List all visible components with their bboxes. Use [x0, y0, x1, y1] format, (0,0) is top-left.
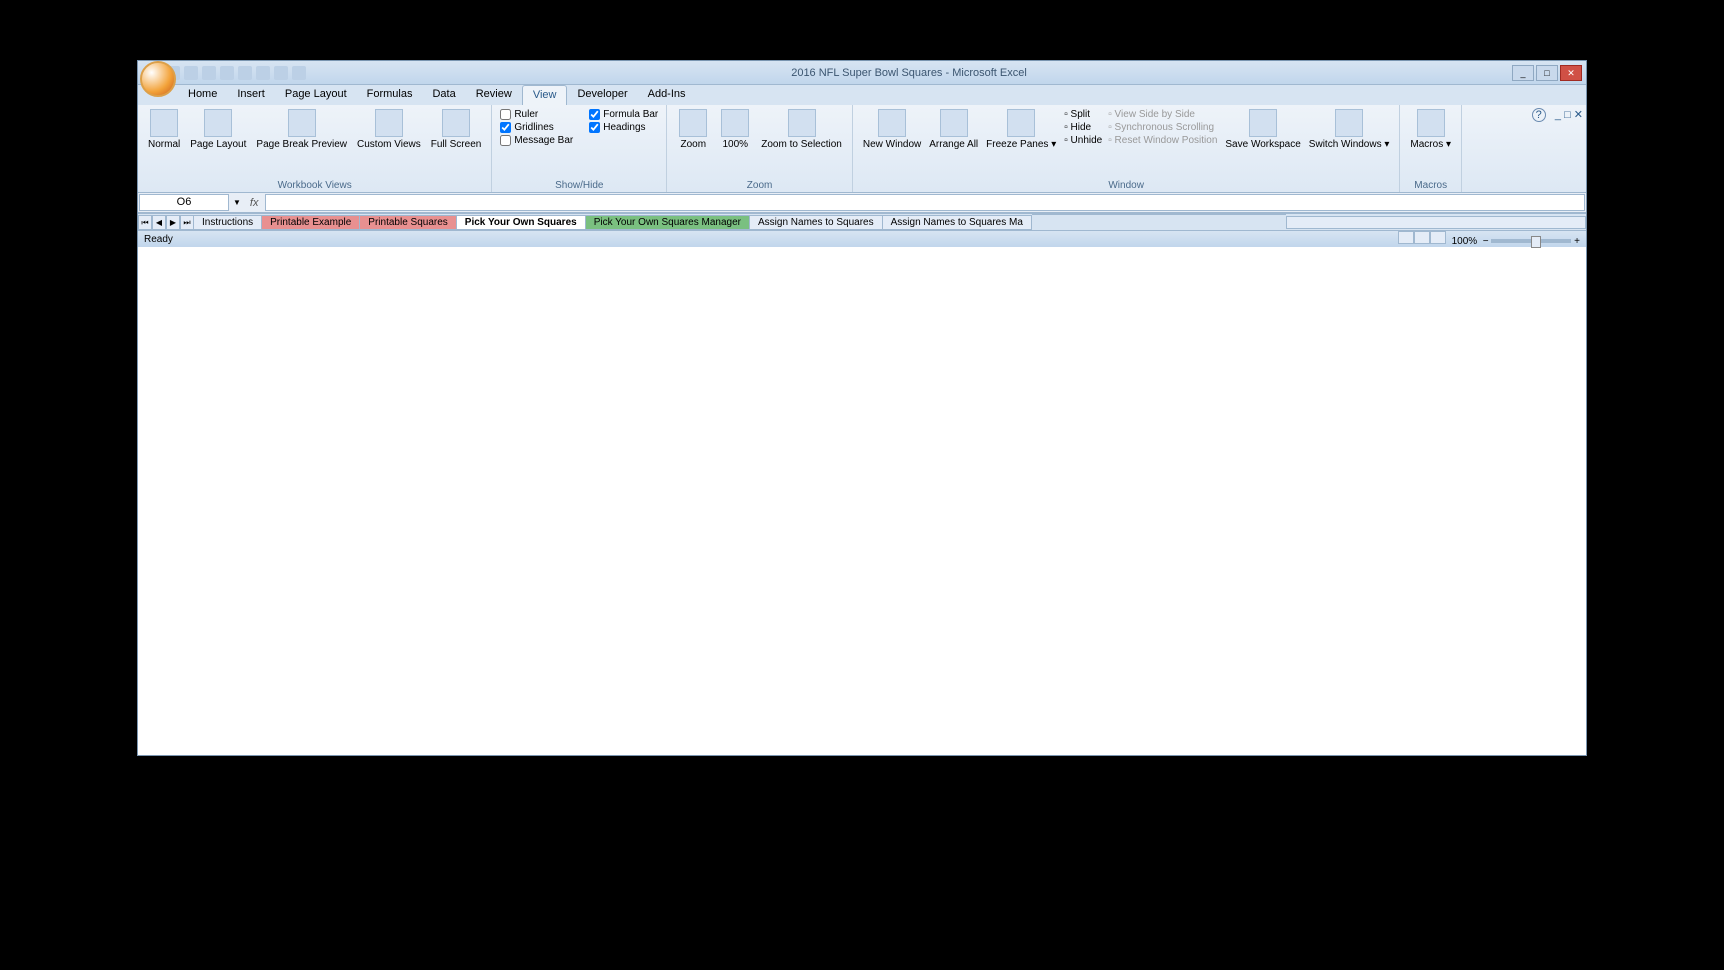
sheet-tab-assign-names-to-squares-ma[interactable]: Assign Names to Squares Ma [882, 215, 1032, 230]
ribbon-switch-windows--button[interactable]: Switch Windows ▾ [1305, 107, 1394, 152]
ribbon-tabs: HomeInsertPage LayoutFormulasDataReviewV… [138, 85, 1586, 105]
ribbon-full-screen-button[interactable]: Full Screen [427, 107, 486, 152]
zoom-level[interactable]: 100% [1452, 236, 1478, 247]
sheet-tab-pick-your-own-squares-manager[interactable]: Pick Your Own Squares Manager [585, 215, 750, 230]
sheet-tab-printable-example[interactable]: Printable Example [261, 215, 360, 230]
ribbon-synchronous-scrolling: ▫ Synchronous Scrolling [1108, 122, 1217, 133]
normal-view-icon[interactable] [1398, 231, 1414, 244]
ribbon-tab-formulas[interactable]: Formulas [357, 85, 423, 105]
qat-icon[interactable] [292, 66, 306, 80]
qat-redo-icon[interactable] [202, 66, 216, 80]
ribbon-tab-review[interactable]: Review [466, 85, 522, 105]
ribbon: NormalPage LayoutPage Break PreviewCusto… [138, 105, 1586, 193]
title-bar: 2016 NFL Super Bowl Squares - Microsoft … [138, 61, 1586, 85]
sheet-tab-instructions[interactable]: Instructions [193, 215, 262, 230]
ribbon-macros--button[interactable]: Macros ▾ [1406, 107, 1455, 152]
sheet-tabs: ⏮ ◀ ▶ ⏭ InstructionsPrintable ExamplePri… [138, 213, 1586, 230]
ribbon-tab-home[interactable]: Home [178, 85, 227, 105]
ribbon-arrange-all-button[interactable]: Arrange All [925, 107, 982, 152]
group-label: Workbook Views [144, 179, 485, 192]
office-button[interactable] [140, 61, 176, 97]
formula-input[interactable] [265, 194, 1585, 211]
zoom-in-icon[interactable]: + [1574, 236, 1580, 247]
ribbon-new-window-button[interactable]: New Window [859, 107, 925, 152]
ribbon-page-break-preview-button[interactable]: Page Break Preview [252, 107, 351, 152]
tab-nav-prev-icon[interactable]: ◀ [152, 215, 166, 230]
ribbon-hide[interactable]: ▫ Hide [1064, 122, 1102, 133]
ribbon-custom-views-button[interactable]: Custom Views [353, 107, 425, 152]
ribbon-tab-add-ins[interactable]: Add-Ins [638, 85, 696, 105]
close-workbook-icon[interactable]: ✕ [1574, 109, 1583, 121]
qat-icon[interactable] [220, 66, 234, 80]
group-label: Show/Hide [498, 179, 660, 192]
ribbon-tab-insert[interactable]: Insert [227, 85, 275, 105]
page-break-view-icon[interactable] [1430, 231, 1446, 244]
status-ready: Ready [144, 234, 173, 245]
check-ruler[interactable]: Ruler [500, 109, 573, 120]
ribbon-zoom-to-selection-button[interactable]: Zoom to Selection [757, 107, 846, 152]
minimize-button[interactable]: _ [1512, 65, 1534, 81]
check-gridlines[interactable]: Gridlines [500, 122, 573, 133]
close-button[interactable]: ✕ [1560, 65, 1582, 81]
tab-nav-next-icon[interactable]: ▶ [166, 215, 180, 230]
check-message-bar[interactable]: Message Bar [500, 135, 573, 146]
check-headings[interactable]: Headings [589, 122, 658, 133]
maximize-button[interactable]: □ [1536, 65, 1558, 81]
ribbon-unhide[interactable]: ▫ Unhide [1064, 135, 1102, 146]
status-bar: Ready 100% − + [138, 230, 1586, 247]
qat-icon[interactable] [238, 66, 252, 80]
group-label: Window [859, 179, 1394, 192]
ribbon-tab-data[interactable]: Data [422, 85, 465, 105]
ribbon-view-side-by-side: ▫ View Side by Side [1108, 109, 1217, 120]
name-box[interactable]: O6 [139, 194, 229, 211]
ribbon-zoom-button[interactable]: Zoom [673, 107, 713, 152]
ribbon-reset-window-position: ▫ Reset Window Position [1108, 135, 1217, 146]
check-formula-bar[interactable]: Formula Bar [589, 109, 658, 120]
qat-undo-icon[interactable] [184, 66, 198, 80]
window-title: 2016 NFL Super Bowl Squares - Microsoft … [306, 67, 1512, 79]
zoom-out-icon[interactable]: − [1483, 236, 1489, 247]
horizontal-scrollbar[interactable] [1286, 216, 1586, 229]
page-layout-view-icon[interactable] [1414, 231, 1430, 244]
tab-nav-first-icon[interactable]: ⏮ [138, 215, 152, 230]
group-label: Zoom [673, 179, 846, 192]
fx-icon[interactable]: fx [244, 197, 265, 209]
ribbon-100--button[interactable]: 100% [715, 107, 755, 152]
ribbon-normal-button[interactable]: Normal [144, 107, 184, 152]
sheet-tab-pick-your-own-squares[interactable]: Pick Your Own Squares [456, 215, 586, 230]
ribbon-tab-page-layout[interactable]: Page Layout [275, 85, 357, 105]
ribbon-tab-view[interactable]: View [522, 85, 568, 105]
group-label: Macros [1406, 179, 1455, 192]
qat-icon[interactable] [274, 66, 288, 80]
qat-icon[interactable] [256, 66, 270, 80]
tab-nav-last-icon[interactable]: ⏭ [180, 215, 194, 230]
help-icon[interactable]: ? [1532, 108, 1546, 122]
sheet-tab-assign-names-to-squares[interactable]: Assign Names to Squares [749, 215, 883, 230]
ribbon-tab-developer[interactable]: Developer [567, 85, 637, 105]
ribbon-page-layout-button[interactable]: Page Layout [186, 107, 250, 152]
zoom-slider[interactable] [1491, 239, 1571, 243]
minimize-ribbon-icon[interactable]: _ [1555, 109, 1561, 121]
ribbon-split[interactable]: ▫ Split [1064, 109, 1102, 120]
sheet-tab-printable-squares[interactable]: Printable Squares [359, 215, 457, 230]
name-box-dropdown-icon[interactable]: ▼ [230, 198, 244, 207]
formula-bar: O6 ▼ fx [138, 193, 1586, 213]
ribbon-save-workspace-button[interactable]: Save Workspace [1221, 107, 1304, 152]
ribbon-freeze-panes--button[interactable]: Freeze Panes ▾ [982, 107, 1060, 152]
restore-window-icon[interactable]: □ [1564, 109, 1571, 121]
